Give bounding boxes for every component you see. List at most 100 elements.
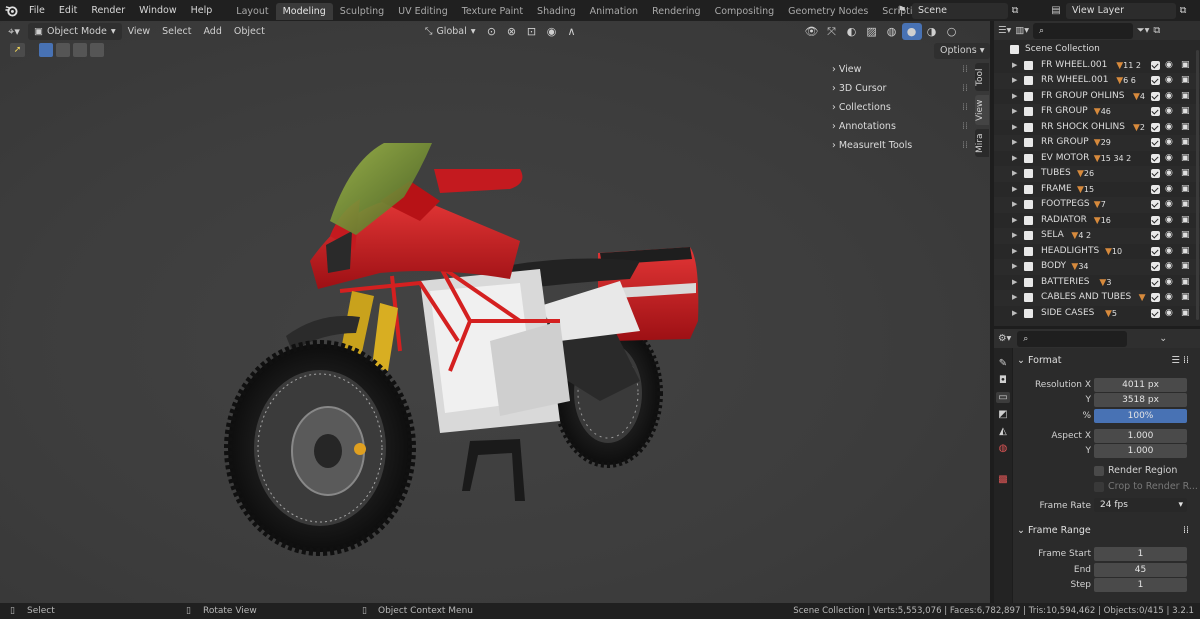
frame-start-field[interactable]: 1 [1094, 547, 1187, 561]
menu-window[interactable]: Window [132, 0, 183, 21]
tool-tab-icon[interactable]: ✎ [999, 358, 1007, 369]
aspect-x-field[interactable]: 1.000 [1094, 429, 1187, 443]
exclude-checkbox[interactable] [1151, 262, 1160, 272]
menu-file[interactable]: File [22, 0, 52, 21]
outliner-collection-row[interactable]: ▶ RR GROUP ▼29 ◉ ▣ [994, 135, 1200, 151]
outliner-collection-row[interactable]: ▶ SELA ▼4 2 ◉ ▣ [994, 228, 1200, 244]
exclude-checkbox[interactable] [1151, 153, 1160, 163]
exclude-checkbox[interactable] [1151, 293, 1160, 303]
outliner-collection-row[interactable]: ▶ RR WHEEL.001 ▼6 6 ◉ ▣ [994, 73, 1200, 89]
expand-arrow-icon[interactable]: ▶ [1012, 213, 1017, 229]
drag-handle-icon[interactable]: ⁞⁞ [962, 98, 974, 117]
outliner-collection-row[interactable]: ▶ RR SHOCK OHLINS ▼2 ◉ ▣ [994, 119, 1200, 136]
panel-annotations[interactable]: › Annotations ⁞⁞ [826, 117, 974, 136]
resolution-x-field[interactable]: 4011 px [1094, 378, 1187, 392]
expand-arrow-icon[interactable]: ▶ [1012, 228, 1017, 244]
visibility-icon[interactable]: 👁 [802, 23, 822, 40]
transform-orientation-dropdown[interactable]: ⤡ Global ▾ [419, 23, 482, 40]
active-tool-icon[interactable]: ➚ [10, 43, 25, 57]
new-collection-icon[interactable]: ⧉ [1153, 25, 1160, 36]
filter-icon[interactable]: ⏷▾ [1137, 25, 1149, 36]
outliner-collection-row[interactable]: ▶ FRAME ▼15 ◉ ▣ [994, 181, 1200, 198]
menu-render[interactable]: Render [84, 0, 132, 21]
drag-handle-icon[interactable]: ⁞⁞ [962, 60, 974, 79]
properties-editor-icon[interactable]: ⚙▾ [998, 333, 1011, 344]
camera-icon[interactable]: ▣ [1181, 73, 1190, 89]
camera-icon[interactable]: ▣ [1181, 275, 1190, 291]
render-region-checkbox[interactable]: Render Region [1094, 465, 1177, 476]
wireframe-shading-icon[interactable]: ◍ [882, 23, 902, 40]
display-mode-icon[interactable]: ▥▾ [1015, 25, 1029, 36]
menu-edit[interactable]: Edit [52, 0, 84, 21]
tab-sculpting[interactable]: Sculpting [333, 3, 391, 20]
tab-rendering[interactable]: Rendering [645, 3, 708, 20]
outliner-collection-row[interactable]: ▶ SIDE CASES ▼5 ◉ ▣ [994, 305, 1200, 322]
gizmo-icon[interactable]: ⤧ [822, 23, 842, 40]
tab-texture-paint[interactable]: Texture Paint [455, 3, 530, 20]
tab-tool[interactable]: Tool [975, 63, 989, 91]
camera-icon[interactable]: ▣ [1181, 120, 1190, 136]
expand-arrow-icon[interactable]: ▶ [1012, 120, 1017, 136]
exclude-checkbox[interactable] [1151, 169, 1160, 179]
object-mode-dropdown[interactable]: ▣ Object Mode ▾ [28, 23, 122, 40]
xray-icon[interactable]: ▨ [862, 23, 882, 40]
tab-layout[interactable]: Layout [229, 3, 275, 20]
exclude-checkbox[interactable] [1151, 60, 1160, 70]
eye-icon[interactable]: ◉ [1165, 104, 1173, 120]
presets-icon[interactable]: ☰ ⁞⁞ [1171, 352, 1195, 370]
outliner-scrollbar[interactable] [1196, 50, 1199, 320]
outliner-collection-row[interactable]: ▶ BODY ▼34 ◉ ▣ [994, 259, 1200, 275]
chevron-down-icon[interactable]: ⌄ [1159, 333, 1167, 344]
exclude-checkbox[interactable] [1151, 215, 1160, 225]
resolution-percent-field[interactable]: 100% [1094, 409, 1187, 423]
scene-field[interactable]: Scene [912, 2, 1008, 19]
tab-mira[interactable]: Mira [975, 129, 989, 157]
outliner-collection-row[interactable]: ▶ FOOTPEGS ▼7 ◉ ▣ [994, 197, 1200, 213]
3d-viewport[interactable]: › View ⁞⁞ › 3D Cursor ⁞⁞ › Collections ⁞⁞ ›… [0, 21, 990, 603]
exclude-checkbox[interactable] [1151, 308, 1160, 318]
eye-icon[interactable]: ◉ [1165, 290, 1173, 306]
world-tab-icon[interactable]: ◍ [999, 443, 1008, 454]
camera-icon[interactable]: ▣ [1181, 213, 1190, 229]
eye-icon[interactable]: ◉ [1165, 166, 1173, 182]
select-intersect-icon[interactable] [90, 43, 104, 57]
camera-icon[interactable]: ▣ [1181, 228, 1190, 244]
frame-end-field[interactable]: 45 [1094, 563, 1187, 577]
scene-selector[interactable]: ⚑ Scene ⧉ [892, 2, 1028, 19]
outliner-editor-icon[interactable]: ☰▾ [998, 25, 1011, 36]
exclude-checkbox[interactable] [1151, 122, 1160, 132]
overlays-icon[interactable]: ◐ [842, 23, 862, 40]
eye-icon[interactable]: ◉ [1165, 73, 1173, 89]
expand-arrow-icon[interactable]: ▶ [1012, 89, 1017, 105]
resolution-y-field[interactable]: 3518 px [1094, 393, 1187, 407]
copy-scene-icon[interactable]: ⧉ [1008, 5, 1022, 16]
options-dropdown[interactable]: Options ▾ [934, 43, 991, 59]
eye-icon[interactable]: ◉ [1165, 213, 1173, 229]
menu-view[interactable]: View [122, 23, 157, 40]
eye-icon[interactable]: ◉ [1165, 89, 1173, 105]
frame-step-field[interactable]: 1 [1094, 578, 1187, 592]
outliner-root[interactable]: Scene Collection [994, 42, 1200, 58]
expand-arrow-icon[interactable]: ▶ [1012, 259, 1017, 275]
aspect-y-field[interactable]: 1.000 [1094, 444, 1187, 458]
eye-icon[interactable]: ◉ [1165, 259, 1173, 275]
pivot-point-icon[interactable]: ⊙ [482, 23, 502, 40]
camera-icon[interactable]: ▣ [1181, 166, 1190, 182]
camera-icon[interactable]: ▣ [1181, 58, 1190, 74]
outliner-collection-row[interactable]: ▶ RADIATOR ▼16 ◉ ▣ [994, 212, 1200, 229]
expand-arrow-icon[interactable]: ▶ [1012, 104, 1017, 120]
snap-icon[interactable]: ⊗ [502, 23, 522, 40]
solid-shading-icon[interactable]: ● [901, 23, 922, 40]
eye-icon[interactable]: ◉ [1165, 135, 1173, 151]
falloff-icon[interactable]: ∧ [562, 23, 582, 40]
proportional-edit-icon[interactable]: ◉ [542, 23, 562, 40]
camera-icon[interactable]: ▣ [1181, 104, 1190, 120]
tab-shading[interactable]: Shading [530, 3, 583, 20]
outliner-collection-row[interactable]: ▶ HEADLIGHTS ▼10 ◉ ▣ [994, 243, 1200, 260]
exclude-checkbox[interactable] [1151, 76, 1160, 86]
eye-icon[interactable]: ◉ [1165, 306, 1173, 322]
expand-arrow-icon[interactable]: ▶ [1012, 58, 1017, 74]
menu-help[interactable]: Help [184, 0, 220, 21]
exclude-checkbox[interactable] [1151, 184, 1160, 194]
camera-icon[interactable]: ▣ [1181, 290, 1190, 306]
